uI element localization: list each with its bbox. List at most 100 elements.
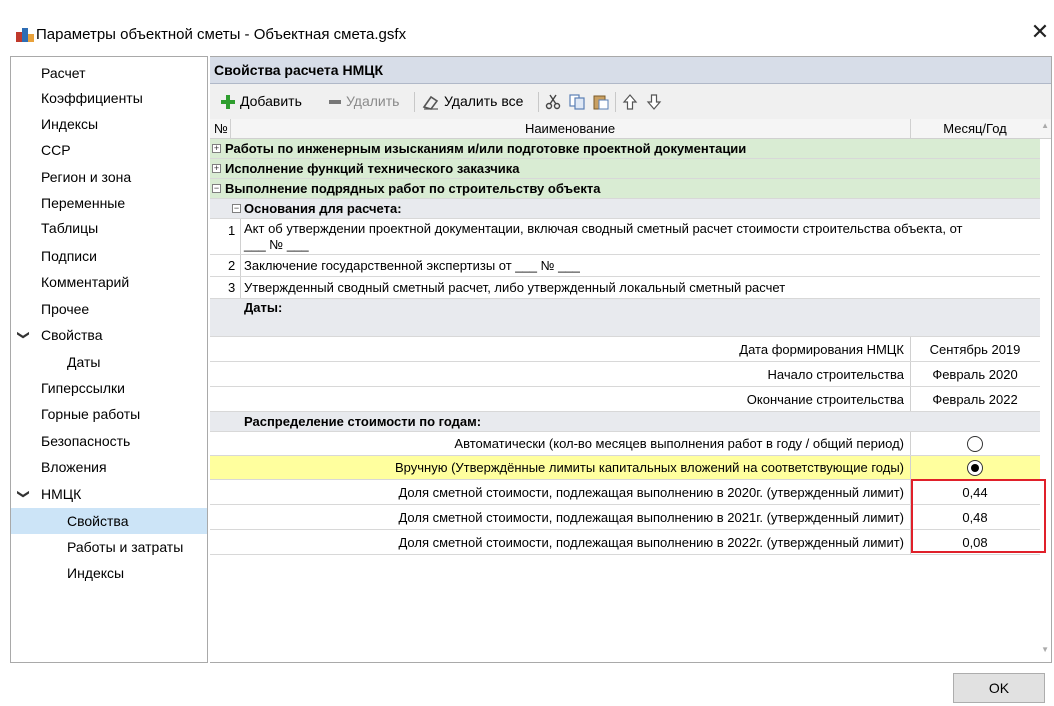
sidebar-item-other[interactable]: Прочее — [11, 296, 207, 322]
manual-distribution-radio[interactable] — [967, 460, 983, 476]
toolbar-divider — [414, 92, 415, 112]
group-row[interactable]: + Исполнение функций технического заказч… — [210, 159, 1040, 179]
auto-distribution-radio[interactable] — [967, 436, 983, 452]
table-row[interactable]: 1 Акт об утверждении проектной документа… — [210, 219, 1040, 255]
column-header-month-year[interactable]: Месяц/Год — [910, 119, 1040, 139]
grid-header: № Наименование Месяц/Год — [210, 119, 1051, 139]
date-value[interactable]: Сентябрь 2019 — [910, 337, 1040, 362]
arrow-up-icon — [622, 94, 638, 110]
row-text: Утвержденный сводный сметный расчет, либ… — [244, 280, 786, 295]
table-row[interactable]: 3 Утвержденный сводный сметный расчет, л… — [210, 277, 1040, 299]
table-row[interactable]: Дата формирования НМЦК Сентябрь 2019 — [210, 337, 1040, 362]
table-row[interactable]: Доля сметной стоимости, подлежащая выпол… — [210, 530, 1040, 555]
column-header-name[interactable]: Наименование — [230, 119, 910, 139]
cut-button[interactable] — [545, 84, 561, 119]
sidebar-item-comment[interactable]: Комментарий — [11, 269, 207, 295]
row-text: Акт об утверждении проектной документаци… — [244, 221, 963, 236]
sidebar-item-signatures[interactable]: Подписи — [11, 243, 207, 269]
section-row-bases[interactable]: − Основания для расчета: — [210, 199, 1040, 219]
sidebar-item-nmck-indexes[interactable]: Индексы — [11, 560, 207, 586]
row-number: 3 — [228, 280, 236, 295]
paste-button[interactable] — [593, 84, 609, 119]
copy-button[interactable] — [569, 84, 585, 119]
table-row[interactable]: Начало строительства Февраль 2020 — [210, 362, 1040, 387]
date-value[interactable]: Февраль 2022 — [910, 387, 1040, 412]
column-header-num[interactable]: № — [214, 119, 228, 139]
ok-button[interactable]: OK — [953, 673, 1045, 703]
arrow-down-icon — [646, 94, 662, 111]
sidebar-item-works-costs[interactable]: Работы и затраты — [11, 534, 207, 560]
sidebar-item-nmck-properties[interactable]: Свойства — [11, 508, 207, 534]
sidebar-item-hyperlinks[interactable]: Гиперссылки — [11, 375, 207, 401]
sidebar-item-mining[interactable]: Горные работы — [11, 401, 207, 427]
table-row[interactable]: Доля сметной стоимости, подлежащая выпол… — [210, 480, 1040, 505]
chevron-down-icon: ❯ — [17, 329, 32, 341]
table-row[interactable]: 2 Заключение государственной экспертизы … — [210, 255, 1040, 277]
sidebar-item-tables[interactable]: Таблицы — [11, 215, 207, 241]
share-value[interactable]: 0,08 — [910, 530, 1040, 555]
sidebar-item-region[interactable]: Регион и зона — [11, 164, 207, 190]
eraser-icon — [422, 96, 439, 111]
add-button[interactable]: Добавить — [220, 84, 302, 119]
share-label: Доля сметной стоимости, подлежащая выпол… — [398, 535, 904, 550]
expand-plus-icon[interactable]: + — [212, 144, 221, 153]
sidebar-item-label: НМЦК — [41, 486, 82, 502]
collapse-minus-icon[interactable]: − — [232, 204, 241, 213]
sidebar-item-security[interactable]: Безопасность — [11, 428, 207, 454]
sidebar-item-attachments[interactable]: Вложения — [11, 454, 207, 480]
properties-panel: Свойства расчета НМЦК Добавить Удалить У… — [210, 56, 1052, 663]
group-title: Выполнение подрядных работ по строительс… — [225, 181, 601, 196]
sidebar-item-ssr[interactable]: ССР — [11, 137, 207, 163]
share-value[interactable]: 0,44 — [910, 480, 1040, 505]
close-icon[interactable]: ✕ — [1029, 20, 1051, 44]
add-label: Добавить — [240, 93, 302, 109]
group-row[interactable]: − Выполнение подрядных работ по строител… — [210, 179, 1040, 199]
copy-icon — [569, 94, 585, 110]
title-bar: Параметры объектной сметы - Объектная см… — [0, 0, 1054, 56]
share-value[interactable]: 0,48 — [910, 505, 1040, 530]
toolbar-divider — [615, 92, 616, 112]
toolbar-divider — [538, 92, 539, 112]
table-row[interactable]: Доля сметной стоимости, подлежащая выпол… — [210, 505, 1040, 530]
section-row-distribution: Распределение стоимости по годам: — [210, 412, 1040, 432]
group-title: Работы по инженерным изысканиям и/или по… — [225, 141, 747, 156]
paste-icon — [593, 95, 609, 110]
chevron-down-icon: ❯ — [17, 488, 32, 500]
delete-button[interactable]: Удалить — [328, 84, 399, 119]
row-number: 2 — [228, 258, 236, 273]
sidebar-item-coefficients[interactable]: Коэффициенты — [11, 85, 207, 111]
scroll-up-icon[interactable]: ▲ — [1041, 121, 1049, 130]
app-icon — [16, 28, 34, 42]
collapse-minus-icon[interactable]: − — [212, 184, 221, 193]
table-row-auto[interactable]: Автоматически (кол-во месяцев выполнения… — [210, 432, 1040, 456]
scissors-icon — [545, 94, 561, 110]
window-title: Параметры объектной сметы - Объектная см… — [36, 26, 407, 43]
date-label: Окончание строительства — [746, 392, 904, 407]
row-number: 1 — [228, 223, 236, 238]
move-up-button[interactable] — [622, 84, 638, 119]
delete-all-label: Удалить все — [444, 93, 524, 109]
sidebar-item-properties[interactable]: ❯ Свойства — [11, 322, 207, 348]
section-title: Распределение стоимости по годам: — [244, 414, 482, 429]
sidebar-item-dates[interactable]: Даты — [11, 349, 207, 375]
group-row[interactable]: + Работы по инженерным изысканиям и/или … — [210, 139, 1040, 159]
expand-plus-icon[interactable]: + — [212, 164, 221, 173]
table-row[interactable]: Окончание строительства Февраль 2022 — [210, 387, 1040, 412]
sidebar-nav: Расчет Коэффициенты Индексы ССР Регион и… — [10, 56, 208, 663]
date-label: Дата формирования НМЦК — [739, 342, 904, 357]
panel-title: Свойства расчета НМЦК — [210, 57, 1051, 84]
table-row-manual[interactable]: Вручную (Утверждённые лимиты капитальных… — [210, 456, 1040, 480]
sidebar-item-variables[interactable]: Переменные — [11, 190, 207, 216]
minus-icon — [329, 100, 341, 105]
sidebar-item-raschet[interactable]: Расчет — [11, 60, 207, 86]
delete-all-button[interactable]: Удалить все — [422, 84, 523, 119]
scroll-down-icon[interactable]: ▼ — [1041, 645, 1049, 654]
sidebar-item-indexes[interactable]: Индексы — [11, 111, 207, 137]
sidebar-item-nmck[interactable]: ❯ НМЦК — [11, 481, 207, 507]
toolbar: Добавить Удалить Удалить все — [210, 84, 1051, 119]
move-down-button[interactable] — [646, 84, 662, 119]
date-value[interactable]: Февраль 2020 — [910, 362, 1040, 387]
delete-label: Удалить — [346, 93, 400, 109]
section-title: Основания для расчета: — [244, 201, 402, 216]
sidebar-item-label: Свойства — [41, 327, 103, 343]
